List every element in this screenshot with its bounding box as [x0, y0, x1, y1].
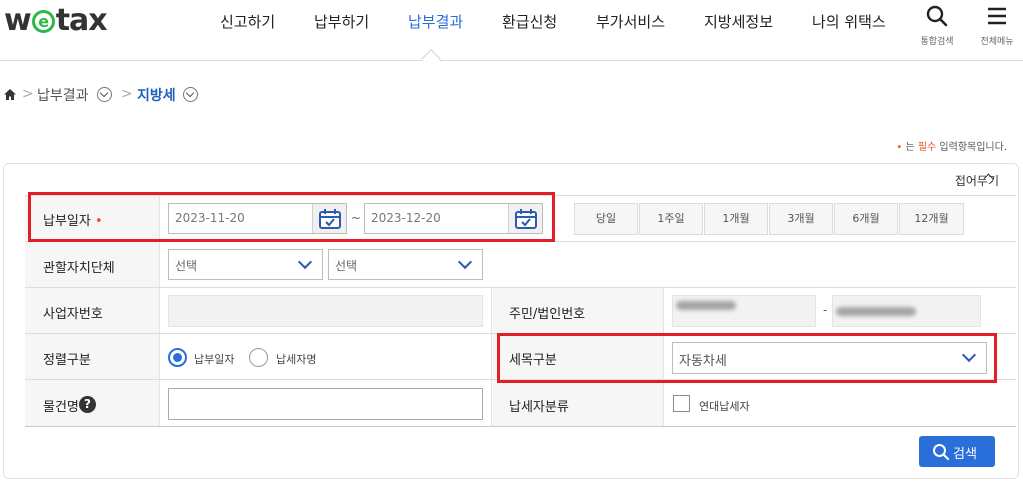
jurisdiction-select-1-value: 선택	[175, 259, 198, 273]
period-3month-button[interactable]: 3개월	[769, 203, 833, 235]
nav-file-return[interactable]: 신고하기	[220, 11, 275, 32]
business-no-label: 사업자번호	[43, 307, 103, 322]
search-button[interactable]: 검색	[919, 436, 995, 467]
period-today-button[interactable]: 당일	[574, 203, 638, 235]
resident-no-input-1[interactable]	[672, 295, 816, 327]
joint-taxpayer-label[interactable]: 연대납세자	[699, 398, 750, 414]
row-divider	[25, 287, 1016, 288]
nav-my-wetax[interactable]: 나의 위택스	[812, 11, 886, 32]
chevron-right-icon: >	[22, 86, 34, 102]
jurisdiction-label: 관할자치단체	[43, 261, 115, 276]
redacted-value	[676, 301, 736, 310]
collapse-toggle[interactable]: 접어두기	[955, 172, 999, 189]
joint-taxpayer-checkbox[interactable]	[673, 395, 690, 412]
required-field-note: • 는 필수 입력항목입니다.	[896, 142, 1007, 153]
taxpayer-type-label: 납세자분류	[509, 400, 569, 415]
search-icon	[926, 5, 948, 27]
hamburger-icon	[988, 7, 1006, 25]
chevron-down-icon	[297, 254, 313, 270]
sort-by-date-radio[interactable]	[168, 348, 187, 367]
breadcrumb-payment-result[interactable]: 납부결과	[37, 85, 89, 105]
chevron-right-icon: >	[121, 86, 133, 102]
sort-label: 정렬구분	[43, 353, 91, 368]
integrated-search-button[interactable]: 통합검색	[912, 4, 962, 47]
jurisdiction-select-2-value: 선택	[335, 259, 358, 273]
nav-payment[interactable]: 납부하기	[314, 11, 369, 32]
nav-additional-services[interactable]: 부가서비스	[596, 11, 665, 32]
period-6month-button[interactable]: 6개월	[834, 203, 898, 235]
resident-no-separator: -	[823, 303, 828, 317]
sort-by-name-radio[interactable]	[249, 348, 268, 367]
search-label: 통합검색	[920, 37, 954, 47]
item-name-label: 물건명	[43, 400, 79, 415]
nav-payment-result[interactable]: 납부결과	[408, 11, 463, 32]
help-icon[interactable]: ?	[79, 396, 96, 413]
redacted-value	[836, 307, 916, 316]
jurisdiction-select-2[interactable]: 선택	[328, 249, 483, 280]
period-12month-button[interactable]: 12개월	[899, 203, 964, 235]
business-no-input[interactable]	[168, 295, 483, 327]
breadcrumb-local-tax[interactable]: 지방세	[137, 85, 176, 105]
period-1month-button[interactable]: 1개월	[704, 203, 768, 235]
all-menu-button[interactable]: 전체메뉴	[972, 4, 1022, 47]
search-button-label: 검색	[953, 447, 977, 462]
resident-no-label: 주민/법인번호	[509, 307, 586, 322]
item-name-input[interactable]	[168, 388, 483, 420]
nav-local-tax-info[interactable]: 지방세정보	[704, 11, 773, 32]
breadcrumb-dropdown-2[interactable]	[183, 87, 198, 102]
nav-refund[interactable]: 환급신청	[502, 11, 557, 32]
chevron-down-icon	[99, 88, 109, 98]
sort-by-date-label[interactable]: 납부일자	[194, 351, 234, 367]
wetax-logo[interactable]: w e tax	[4, 3, 108, 38]
jurisdiction-select-1[interactable]: 선택	[168, 249, 323, 280]
highlight-box-tax-item	[497, 333, 997, 383]
period-1week-button[interactable]: 1주일	[639, 203, 703, 235]
highlight-box-payment-date	[28, 192, 555, 242]
chevron-down-icon	[185, 88, 195, 98]
search-icon	[933, 444, 950, 461]
menu-label: 전체메뉴	[980, 37, 1014, 47]
top-header: w e tax 신고하기 납부하기 납부결과 환급신청 부가서비스 지방세정보 나의…	[0, 0, 1023, 61]
chevron-down-icon	[457, 254, 473, 270]
table-bottom-border	[25, 426, 1016, 427]
home-icon[interactable]	[3, 88, 17, 101]
sort-by-name-label[interactable]: 납세자명	[276, 351, 316, 367]
breadcrumb-dropdown-1[interactable]	[97, 87, 112, 102]
